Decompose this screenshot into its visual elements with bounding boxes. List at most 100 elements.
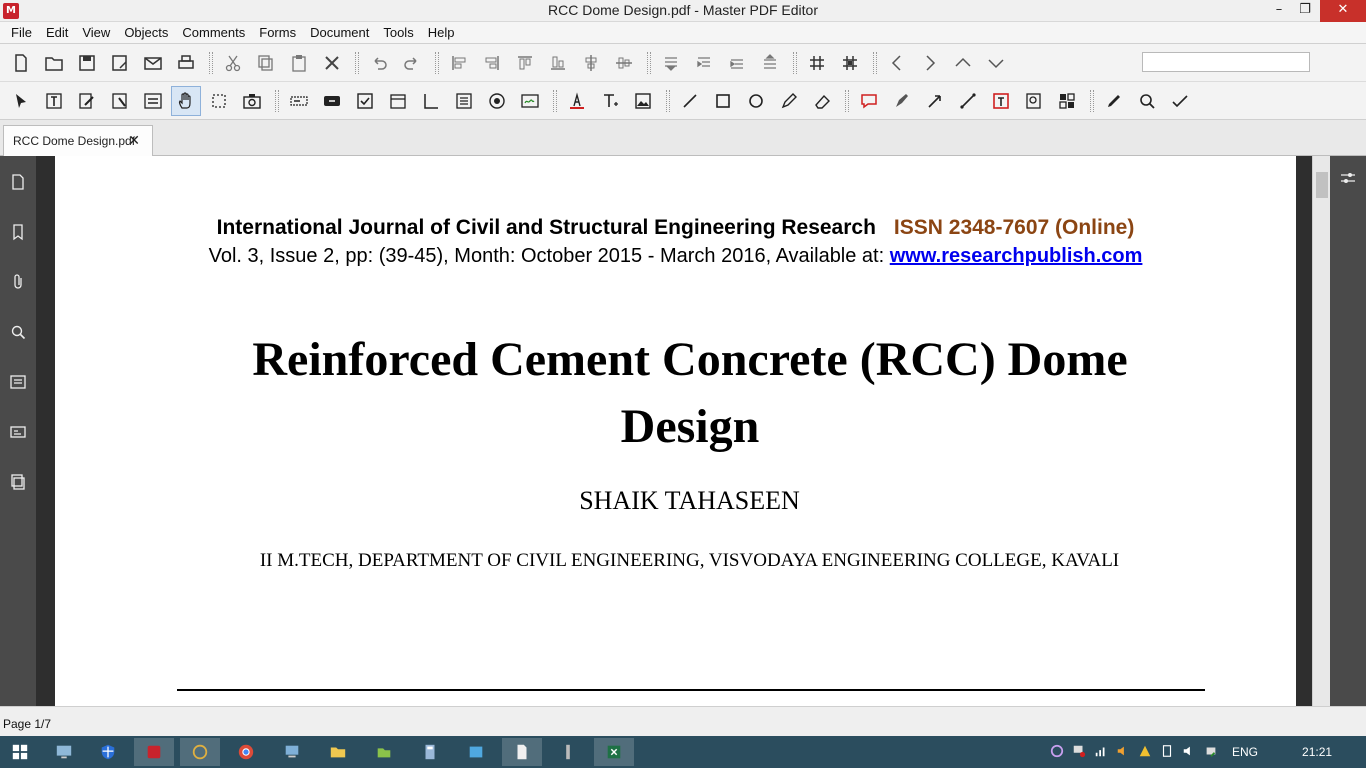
form-fields-button[interactable]: [138, 86, 168, 116]
warning-icon[interactable]: [1138, 744, 1152, 761]
journal-link[interactable]: www.researchpublish.com: [890, 245, 1143, 267]
menu-document[interactable]: Document: [303, 23, 376, 43]
search-panel-button[interactable]: [6, 310, 30, 354]
menu-forms[interactable]: Forms: [252, 23, 303, 43]
volume-icon[interactable]: [1116, 744, 1130, 761]
network-flag-icon[interactable]: [1072, 744, 1086, 761]
copies-panel-button[interactable]: [6, 460, 30, 504]
highlighter-tool-button[interactable]: [887, 86, 917, 116]
new-document-button[interactable]: [6, 48, 36, 78]
safely-remove-icon[interactable]: [1204, 744, 1218, 761]
align-right-button[interactable]: [477, 48, 507, 78]
taskbar-app-chrome[interactable]: [226, 738, 266, 766]
grid-button[interactable]: [802, 48, 832, 78]
next-page-button[interactable]: [915, 48, 945, 78]
first-page-button[interactable]: [948, 48, 978, 78]
move-backward-button[interactable]: [689, 48, 719, 78]
taskbar-app-file-explorer[interactable]: [318, 738, 358, 766]
find-tool-button[interactable]: [1132, 86, 1162, 116]
taskbar-app-usb[interactable]: [548, 738, 588, 766]
save-button[interactable]: [72, 48, 102, 78]
menu-edit[interactable]: Edit: [39, 23, 75, 43]
layout-tool-button[interactable]: [1052, 86, 1082, 116]
list-box-button[interactable]: [416, 86, 446, 116]
bookmarks-panel-button[interactable]: [6, 210, 30, 254]
stamp-tool-button[interactable]: [1019, 86, 1049, 116]
taskbar-app-explorer[interactable]: [44, 738, 84, 766]
last-page-button[interactable]: [981, 48, 1011, 78]
combo-box-button[interactable]: [383, 86, 413, 116]
menu-help[interactable]: Help: [421, 23, 462, 43]
signal-bars-icon[interactable]: [1094, 744, 1108, 761]
align-bottom-button[interactable]: [543, 48, 573, 78]
taskbar-app-browser[interactable]: [180, 738, 220, 766]
select-tool-button[interactable]: [6, 86, 36, 116]
signature-field-button[interactable]: [515, 86, 545, 116]
open-button[interactable]: [39, 48, 69, 78]
center-vertical-button[interactable]: [609, 48, 639, 78]
align-top-button[interactable]: [510, 48, 540, 78]
redo-button[interactable]: [397, 48, 427, 78]
search-input[interactable]: [1142, 52, 1310, 72]
snapshot-button[interactable]: [237, 86, 267, 116]
edit-forms-button[interactable]: [105, 86, 135, 116]
pencil-tool-button[interactable]: [774, 86, 804, 116]
taskbar-app-excel[interactable]: [594, 738, 634, 766]
menu-view[interactable]: View: [75, 23, 117, 43]
close-button[interactable]: ✕: [1320, 0, 1366, 22]
taskbar-app-document[interactable]: [502, 738, 542, 766]
email-button[interactable]: [138, 48, 168, 78]
center-horizontal-button[interactable]: [576, 48, 606, 78]
list-field-button[interactable]: [449, 86, 479, 116]
comment-tool-button[interactable]: [854, 86, 884, 116]
clock[interactable]: 21:21: [1302, 745, 1332, 759]
menu-tools[interactable]: Tools: [376, 23, 420, 43]
verify-tool-button[interactable]: [1165, 86, 1195, 116]
align-left-button[interactable]: [444, 48, 474, 78]
crop-button[interactable]: [204, 86, 234, 116]
taskbar-app-files[interactable]: [364, 738, 404, 766]
properties-panel-button[interactable]: [6, 410, 30, 454]
menu-file[interactable]: File: [4, 23, 39, 43]
scrollbar-thumb[interactable]: [1316, 172, 1328, 198]
speaker-icon[interactable]: [1182, 744, 1196, 761]
menu-comments[interactable]: Comments: [175, 23, 252, 43]
taskbar-app-security[interactable]: [88, 738, 128, 766]
pdf-page[interactable]: International Journal of Civil and Struc…: [55, 156, 1296, 706]
browser-tray-icon[interactable]: [1050, 744, 1064, 761]
typewriter-tool-button[interactable]: [986, 86, 1016, 116]
snap-grid-button[interactable]: [835, 48, 865, 78]
pages-panel-button[interactable]: [6, 160, 30, 204]
delete-button[interactable]: [317, 48, 347, 78]
move-back-button[interactable]: [656, 48, 686, 78]
copy-button[interactable]: [251, 48, 281, 78]
button-field-button[interactable]: [317, 86, 347, 116]
edit-object-button[interactable]: [72, 86, 102, 116]
move-front-button[interactable]: [755, 48, 785, 78]
taskbar-app-media[interactable]: [456, 738, 496, 766]
hand-tool-button[interactable]: [171, 85, 201, 116]
cut-button[interactable]: [218, 48, 248, 78]
taskbar-app-pdf-editor[interactable]: [134, 738, 174, 766]
line-tool-button[interactable]: [675, 86, 705, 116]
paste-button[interactable]: [284, 48, 314, 78]
battery-icon[interactable]: [1160, 744, 1174, 761]
vertical-scrollbar[interactable]: [1312, 156, 1330, 706]
highlight-text-button[interactable]: [562, 86, 592, 116]
previous-page-button[interactable]: [882, 48, 912, 78]
attachments-panel-button[interactable]: [6, 260, 30, 304]
move-forward-button[interactable]: [722, 48, 752, 78]
object-inspector-button[interactable]: [1336, 156, 1360, 200]
rectangle-tool-button[interactable]: [708, 86, 738, 116]
add-image-button[interactable]: [628, 86, 658, 116]
taskbar-app-network[interactable]: [272, 738, 312, 766]
tab-rcc-dome-design[interactable]: RCC Dome Design.pdf ✕: [3, 125, 153, 156]
arrow-tool-button[interactable]: [920, 86, 950, 116]
tab-close-icon[interactable]: ✕: [128, 132, 140, 149]
language-indicator[interactable]: ENG: [1232, 745, 1258, 759]
measure-tool-button[interactable]: [953, 86, 983, 116]
start-button[interactable]: [0, 738, 40, 766]
radio-button-field-button[interactable]: [482, 86, 512, 116]
print-button[interactable]: [171, 48, 201, 78]
undo-button[interactable]: [364, 48, 394, 78]
